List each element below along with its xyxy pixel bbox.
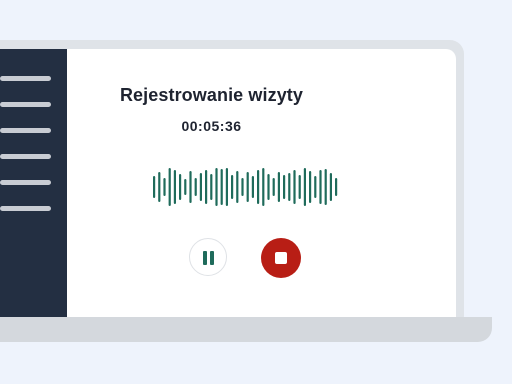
waveform-bar (257, 170, 260, 204)
sidebar-menu-item[interactable] (0, 76, 51, 81)
laptop-base (0, 317, 492, 342)
waveform-bar (205, 170, 208, 204)
waveform-bar (246, 172, 249, 202)
sidebar-menu-item[interactable] (0, 102, 51, 107)
waveform-bar (262, 168, 265, 206)
audio-waveform (153, 168, 338, 206)
sidebar (0, 49, 67, 317)
waveform-bar (251, 176, 254, 198)
waveform-bar (210, 174, 213, 200)
waveform-bar (293, 170, 296, 204)
stop-button[interactable] (261, 238, 301, 278)
waveform-bar (153, 176, 156, 198)
sidebar-menu-item[interactable] (0, 206, 51, 211)
waveform-bar (329, 173, 332, 201)
recording-title: Rejestrowanie wizyty (119, 85, 304, 105)
waveform-bar (314, 176, 317, 198)
waveform-bar (241, 178, 244, 196)
waveform-bar (189, 171, 192, 203)
waveform-bar (288, 173, 291, 201)
laptop-screen: Rejestrowanie wizyty 00:05:36 (0, 49, 456, 317)
waveform-bar (173, 170, 176, 204)
waveform-bar (215, 168, 218, 206)
recording-timer: 00:05:36 (181, 118, 242, 134)
waveform-bar (158, 172, 161, 202)
recording-panel: Rejestrowanie wizyty 00:05:36 (67, 49, 456, 317)
sidebar-menu-item[interactable] (0, 180, 51, 185)
waveform-bar (267, 174, 270, 200)
stop-icon (275, 252, 287, 264)
waveform-bar (225, 168, 228, 206)
waveform-bar (236, 171, 239, 203)
waveform-bar (231, 175, 234, 199)
waveform-bar (220, 169, 223, 205)
waveform-bar (335, 178, 338, 196)
waveform-bar (319, 170, 322, 204)
waveform-bar (324, 169, 327, 205)
waveform-bar (163, 178, 166, 196)
waveform-bar (272, 178, 275, 196)
waveform-bar (194, 178, 197, 196)
pause-icon (203, 251, 215, 265)
waveform-bar (199, 173, 202, 201)
waveform-bar (298, 175, 301, 199)
waveform-bar (283, 175, 286, 199)
pause-button[interactable] (189, 238, 227, 276)
waveform-bar (168, 168, 171, 206)
waveform-bar (309, 171, 312, 203)
waveform-bar (277, 172, 280, 202)
sidebar-menu-item[interactable] (0, 154, 51, 159)
waveform-bar (303, 168, 306, 206)
sidebar-menu-item[interactable] (0, 128, 51, 133)
waveform-bar (179, 174, 182, 200)
waveform-bar (184, 179, 187, 195)
